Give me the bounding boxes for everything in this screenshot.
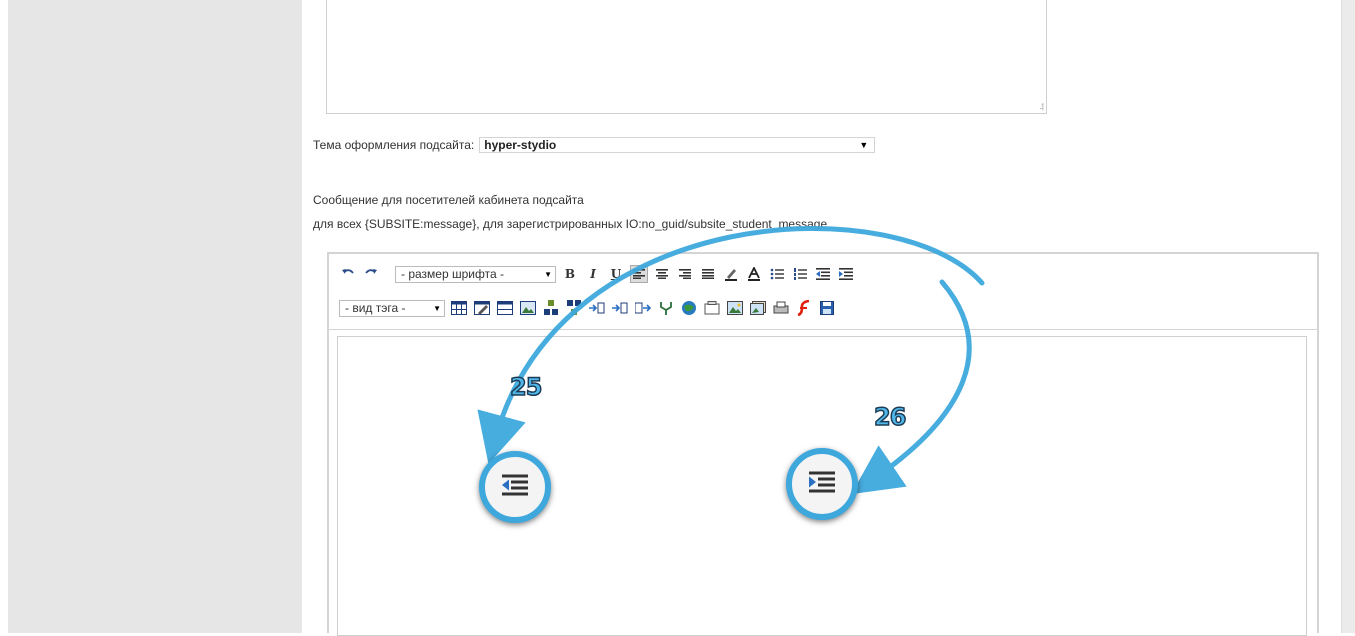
- main-content: .:| Тема оформления подсайта: hyper-styd…: [302, 0, 1341, 636]
- page-gutter: [0, 0, 8, 633]
- message-heading: Сообщение для посетителей кабинета подса…: [313, 193, 584, 207]
- tag-type-select[interactable]: - вид тэга - ▼: [339, 299, 445, 317]
- chevron-down-icon: ▼: [544, 269, 552, 279]
- split-cell-icon[interactable]: [657, 299, 675, 317]
- table-icon[interactable]: [450, 299, 468, 317]
- left-sidebar: [8, 0, 302, 633]
- align-right-icon[interactable]: [676, 265, 694, 283]
- font-size-select[interactable]: - размер шрифта - ▼: [395, 265, 556, 283]
- zoom-callout-outdent: [479, 451, 551, 523]
- highlight-icon[interactable]: [722, 265, 740, 283]
- table-edit-icon[interactable]: [473, 299, 491, 317]
- tag-type-select-value: - вид тэга -: [345, 301, 406, 315]
- italic-icon[interactable]: I: [584, 265, 602, 283]
- flash-icon[interactable]: [795, 299, 813, 317]
- insert-row-after-icon[interactable]: [565, 299, 583, 317]
- chevron-down-icon: ▼: [859, 140, 869, 150]
- editor-toolbar: - размер шрифта - ▼ B I U - вид тэга - ▼: [329, 254, 1317, 330]
- image-icon[interactable]: [726, 299, 744, 317]
- table-image-icon[interactable]: [519, 299, 537, 317]
- indent-icon[interactable]: [837, 265, 855, 283]
- message-hint: для всех {SUBSITE:message}, для зарегист…: [313, 217, 828, 231]
- callout-number-25: 25: [509, 372, 543, 402]
- bold-icon[interactable]: B: [561, 265, 579, 283]
- insert-row-before-icon[interactable]: [542, 299, 560, 317]
- theme-row: Тема оформления подсайта: hyper-stydio ▼: [313, 137, 876, 153]
- undo-icon[interactable]: [339, 265, 357, 283]
- underline-icon[interactable]: U: [607, 265, 625, 283]
- wysiwyg-editor: - размер шрифта - ▼ B I U - вид тэга - ▼: [327, 252, 1319, 636]
- redo-icon[interactable]: [362, 265, 380, 283]
- table-props-icon[interactable]: [496, 299, 514, 317]
- theme-select-value: hyper-stydio: [484, 138, 557, 152]
- indent-icon: [809, 471, 835, 497]
- font-color-icon[interactable]: [745, 265, 763, 283]
- insert-col-before-icon[interactable]: [588, 299, 606, 317]
- chevron-down-icon: ▼: [433, 303, 441, 313]
- resize-grip-icon[interactable]: .:|: [1039, 103, 1043, 111]
- anchor-icon[interactable]: [703, 299, 721, 317]
- description-textarea[interactable]: .:|: [326, 0, 1047, 114]
- align-center-icon[interactable]: [653, 265, 671, 283]
- outdent-icon: [502, 474, 528, 500]
- zoom-callout-indent: [786, 448, 858, 520]
- image-gallery-icon[interactable]: [749, 299, 767, 317]
- scrollbar-track[interactable]: [1341, 0, 1355, 633]
- ordered-list-icon[interactable]: [791, 265, 809, 283]
- insert-col-after-icon[interactable]: [611, 299, 629, 317]
- align-justify-icon[interactable]: [699, 265, 717, 283]
- callout-number-26: 26: [873, 402, 907, 432]
- align-left-icon[interactable]: [630, 265, 648, 283]
- print-icon[interactable]: [772, 299, 790, 317]
- save-icon[interactable]: [818, 299, 836, 317]
- delete-col-icon[interactable]: [634, 299, 652, 317]
- link-icon[interactable]: [680, 299, 698, 317]
- unordered-list-icon[interactable]: [768, 265, 786, 283]
- font-size-select-value: - размер шрифта -: [401, 267, 504, 281]
- theme-label: Тема оформления подсайта:: [313, 138, 475, 152]
- toolbar-row-2: - вид тэга - ▼: [339, 298, 836, 318]
- theme-select[interactable]: hyper-stydio ▼: [479, 137, 876, 153]
- toolbar-row-1: - размер шрифта - ▼ B I U: [339, 264, 855, 284]
- outdent-icon[interactable]: [814, 265, 832, 283]
